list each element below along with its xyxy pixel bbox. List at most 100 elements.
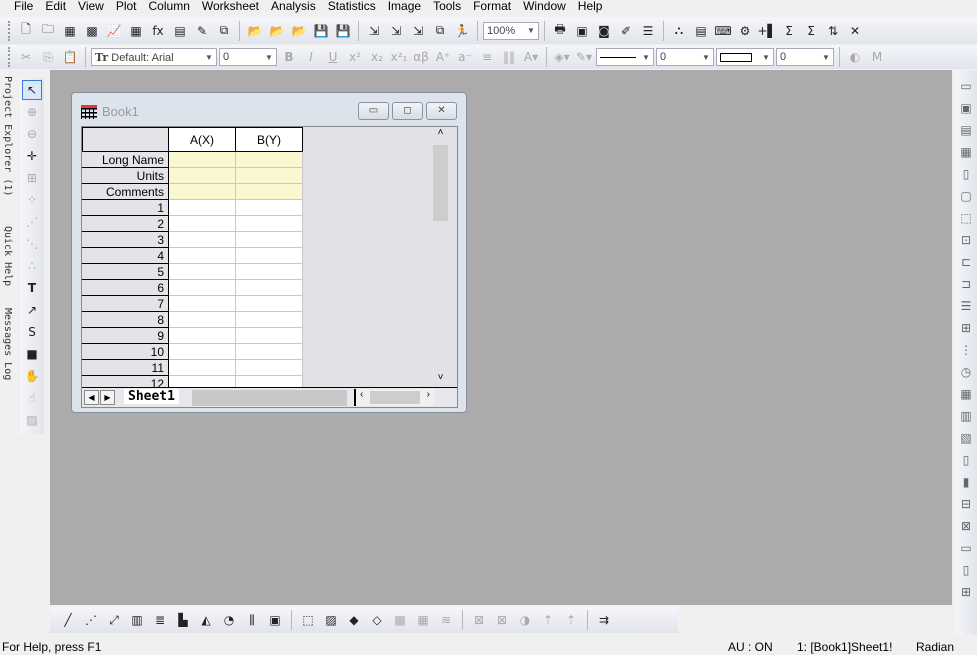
menu-help[interactable]: Help: [572, 0, 609, 15]
new-function-icon[interactable]: fx: [148, 21, 168, 41]
3d-bar-icon[interactable]: ▨: [321, 610, 341, 630]
screen-reader-icon[interactable]: ⊞: [22, 168, 42, 188]
zoom-out-icon[interactable]: ⊖: [22, 124, 42, 144]
image-plot-icon[interactable]: ▦: [413, 610, 433, 630]
arrow-tool-icon[interactable]: ↗: [22, 300, 42, 320]
mask-points-icon[interactable]: ⋱: [22, 234, 42, 254]
data-cell[interactable]: [168, 311, 236, 328]
statistics-icon[interactable]: Σ: [779, 21, 799, 41]
layout-tool-icon-15[interactable]: ▦: [956, 384, 976, 404]
data-cell[interactable]: [168, 247, 236, 264]
data-selector-icon[interactable]: ⁘: [22, 190, 42, 210]
supersubscript-icon[interactable]: x²₁: [389, 47, 409, 67]
polar-icon[interactable]: ◑: [515, 610, 535, 630]
new-matrix-icon[interactable]: ▦: [126, 21, 146, 41]
draw-data-icon[interactable]: ∴: [22, 256, 42, 276]
decrease-font-icon[interactable]: a⁻: [455, 47, 475, 67]
project-explorer-icon[interactable]: ⛬: [669, 21, 689, 41]
pattern-width-select[interactable]: 0 ▼: [776, 48, 834, 66]
row-number[interactable]: 3: [82, 231, 169, 248]
waterfall-icon[interactable]: ≋: [436, 610, 456, 630]
layout-tool-icon-11[interactable]: ☰: [956, 296, 976, 316]
row-number[interactable]: 7: [82, 295, 169, 312]
greek-icon[interactable]: αβ: [411, 47, 431, 67]
regional-selector-icon[interactable]: ⋰: [22, 212, 42, 232]
menu-format[interactable]: Format: [467, 0, 517, 15]
menu-statistics[interactable]: Statistics: [322, 0, 382, 15]
layout-tool-icon-4[interactable]: ▦: [956, 142, 976, 162]
new-excel-icon[interactable]: ▩: [82, 21, 102, 41]
data-cell[interactable]: [235, 215, 303, 232]
menu-edit[interactable]: Edit: [39, 0, 72, 15]
data-reader-icon[interactable]: ✛: [22, 146, 42, 166]
toolbar-grip[interactable]: [8, 47, 11, 67]
data-cell[interactable]: [168, 199, 236, 216]
open-icon[interactable]: 📂: [245, 21, 265, 41]
rotate-icon[interactable]: ☝: [22, 388, 42, 408]
data-cell[interactable]: [168, 359, 236, 376]
data-cell[interactable]: [235, 199, 303, 216]
align-icon[interactable]: ≡: [477, 47, 497, 67]
new-project-icon[interactable]: 🗋: [16, 21, 36, 41]
layout-tool-icon-21[interactable]: ⊠: [956, 516, 976, 536]
pie-chart-icon[interactable]: ◔: [219, 610, 239, 630]
code-builder-icon[interactable]: ✐: [616, 21, 636, 41]
line-width-select[interactable]: 0 ▼: [656, 48, 714, 66]
minimize-button[interactable]: ▭: [358, 102, 389, 120]
layout-tool-icon-3[interactable]: ▤: [956, 120, 976, 140]
new-3d-icon[interactable]: ⧉: [214, 21, 234, 41]
open-template-icon[interactable]: 📂: [267, 21, 287, 41]
column-header[interactable]: A(X): [168, 127, 236, 152]
column-plot-icon[interactable]: ▥: [127, 610, 147, 630]
layout-tool-icon-2[interactable]: ▣: [956, 98, 976, 118]
menu-plot[interactable]: Plot: [110, 0, 143, 15]
zoom-select[interactable]: 100% ▼: [483, 21, 539, 40]
data-cell[interactable]: [168, 279, 236, 296]
workbook-window[interactable]: Book1 ▭ ◻ ✕ A(X) B(Y) Long Name Units Commen…: [71, 92, 467, 413]
close-button[interactable]: ✕: [426, 102, 457, 120]
row-number[interactable]: 4: [82, 247, 169, 264]
line-plot-icon[interactable]: ╱: [58, 610, 78, 630]
marker-icon[interactable]: M: [867, 47, 887, 67]
line-symbol-icon[interactable]: ⤢: [104, 610, 124, 630]
horizontal-scrollbar[interactable]: ‹ ›: [354, 389, 434, 406]
contour-icon[interactable]: ▩: [390, 610, 410, 630]
row-label[interactable]: Comments: [82, 183, 169, 200]
row-number[interactable]: 1: [82, 199, 169, 216]
import-ascii-icon[interactable]: ⇲: [386, 21, 406, 41]
save-template-icon[interactable]: 💾: [333, 21, 353, 41]
row-number[interactable]: 6: [82, 279, 169, 296]
print-icon[interactable]: 🖶: [550, 21, 570, 41]
layout-tool-icon-16[interactable]: ▥: [956, 406, 976, 426]
increase-font-icon[interactable]: A⁺: [433, 47, 453, 67]
layout-tool-icon-18[interactable]: ▯: [956, 450, 976, 470]
bar-plot-icon[interactable]: ▙: [173, 610, 193, 630]
slideshow-icon[interactable]: ▣: [572, 21, 592, 41]
mask-icon[interactable]: ◐: [845, 47, 865, 67]
export-icon[interactable]: ◙: [594, 21, 614, 41]
layout-tool-icon-17[interactable]: ▧: [956, 428, 976, 448]
sheet-tab[interactable]: Sheet1: [124, 389, 179, 404]
close-all-icon[interactable]: ✕: [845, 21, 865, 41]
row-number[interactable]: 5: [82, 263, 169, 280]
data-cell[interactable]: [168, 343, 236, 360]
vector-icon[interactable]: ⊠: [492, 610, 512, 630]
layout-tool-icon-14[interactable]: ◷: [956, 362, 976, 382]
copy-icon[interactable]: ⎘: [38, 47, 58, 67]
meta-cell[interactable]: [168, 151, 236, 168]
results-log-icon[interactable]: ▤: [691, 21, 711, 41]
layout-tool-icon-12[interactable]: ⊞: [956, 318, 976, 338]
layout-tool-icon-19[interactable]: ▮: [956, 472, 976, 492]
box-plot-icon[interactable]: ⫼: [242, 610, 262, 630]
menu-tools[interactable]: Tools: [427, 0, 467, 15]
rectangle-tool-icon[interactable]: ■: [22, 344, 42, 364]
stacked-plot-icon[interactable]: ≣: [150, 610, 170, 630]
batch-icon[interactable]: ⧉: [430, 21, 450, 41]
meta-cell[interactable]: [235, 167, 303, 184]
paste-icon[interactable]: 📋: [60, 47, 80, 67]
data-cell[interactable]: [168, 231, 236, 248]
column-header[interactable]: B(Y): [235, 127, 303, 152]
bold-icon[interactable]: B: [279, 47, 299, 67]
corner-cell[interactable]: [82, 127, 169, 152]
row-label[interactable]: Units: [82, 167, 169, 184]
